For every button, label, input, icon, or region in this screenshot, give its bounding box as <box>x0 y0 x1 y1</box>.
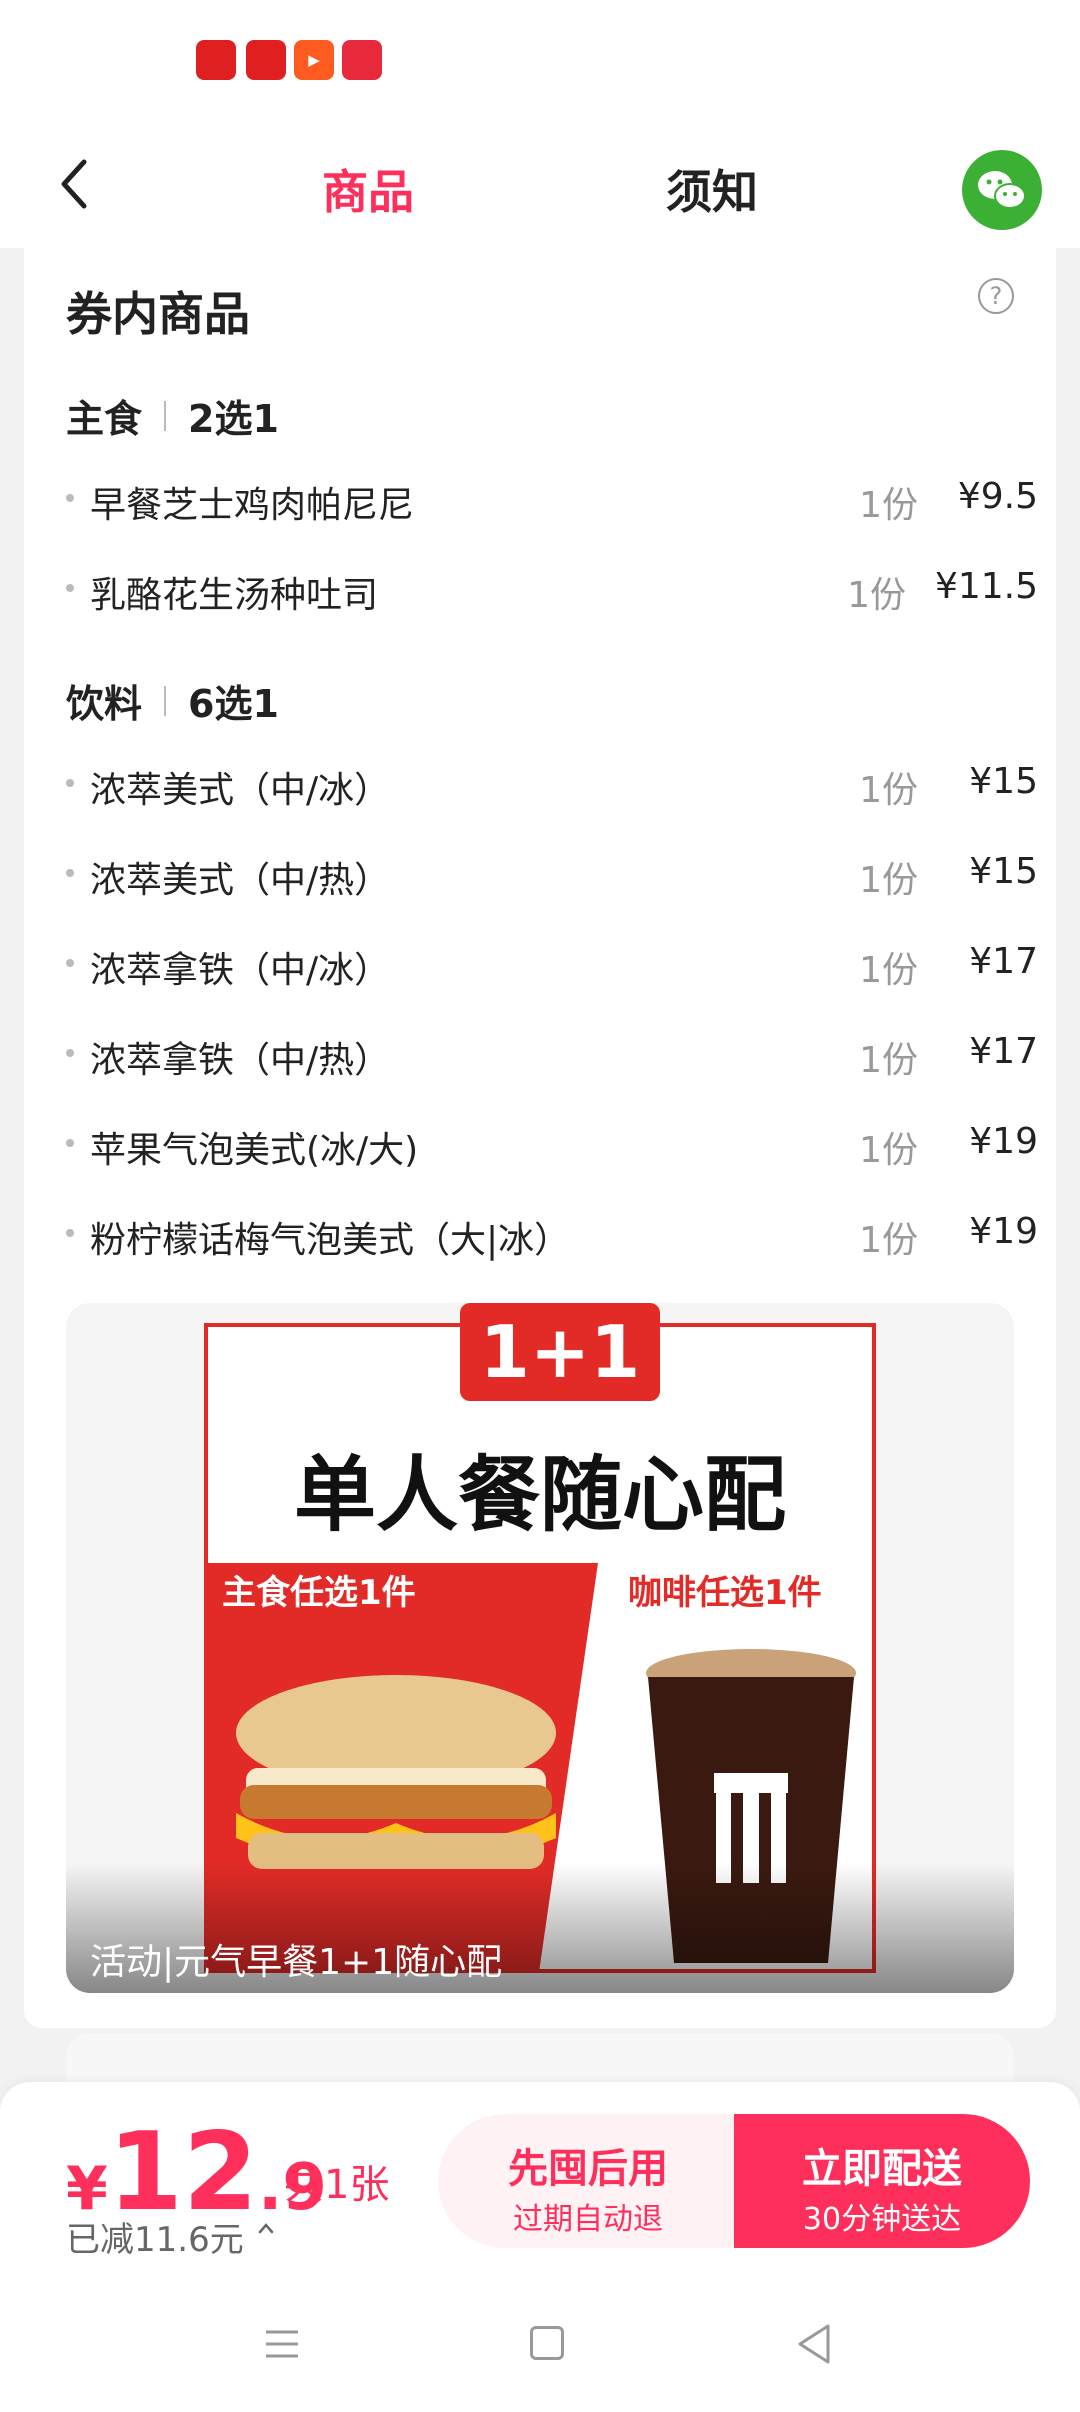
item-price: ¥15 <box>969 851 1038 892</box>
bullet <box>66 779 74 787</box>
button-title: 立即配送 <box>802 2146 962 2192</box>
plus-sign: + <box>566 1743 634 1836</box>
list-item: 浓萃美式（中/冰） 1份 ¥15 <box>66 753 1038 813</box>
group-header-drinks: 饮料 6选1 <box>66 673 279 728</box>
list-item: 乳酪花生汤种吐司 1份 ¥11.5 <box>66 558 1038 618</box>
item-qty: 1份 <box>859 860 918 901</box>
item-qty: 1份 <box>859 770 918 811</box>
voucher-count: 共1张 <box>284 2162 390 2208</box>
item-name: 粉柠檬话梅气泡美式（大|冰） <box>90 1220 571 1261</box>
item-qty: 1份 <box>859 1130 918 1171</box>
list-item: 苹果气泡美式(冰/大) 1份 ¥19 <box>66 1113 1038 1173</box>
notification-shop-icon <box>342 40 382 80</box>
discount-info[interactable]: 已减11.6元 <box>66 2212 244 2261</box>
group-header-main: 主食 2选1 <box>66 388 279 443</box>
group-name: 饮料 <box>66 682 143 726</box>
item-qty: 1份 <box>847 575 906 616</box>
divider <box>164 685 167 716</box>
wechat-icon <box>978 171 1026 209</box>
notification-video-icon: ▶ <box>294 40 334 80</box>
button-subtitle: 30分钟送达 <box>802 2202 962 2237</box>
list-item: 早餐芝士鸡肉帕尼尼 1份 ¥9.5 <box>66 468 1038 528</box>
item-price: ¥17 <box>969 941 1038 982</box>
list-item: 浓萃拿铁（中/冰） 1份 ¥17 <box>66 933 1038 993</box>
bullet <box>66 1229 74 1237</box>
item-name: 浓萃拿铁（中/热） <box>90 1040 391 1081</box>
list-item: 浓萃拿铁（中/热） 1份 ¥17 <box>66 1023 1038 1083</box>
back-button[interactable] <box>48 150 108 218</box>
voucher-items-card: 券内商品 ? 主食 2选1 早餐芝士鸡肉帕尼尼 1份 ¥9.5 乳酪花生汤种吐司… <box>24 248 1056 2113</box>
wechat-share-button[interactable] <box>962 150 1042 230</box>
notification-app-icon <box>196 40 236 80</box>
nav-back-icon[interactable] <box>794 2322 834 2366</box>
section-title: 券内商品 <box>66 287 250 341</box>
list-item: 粉柠檬话梅气泡美式（大|冰） 1份 ¥19 <box>66 1203 1038 1263</box>
bullet <box>66 869 74 877</box>
button-title: 先囤后用 <box>508 2146 668 2192</box>
item-name: 早餐芝士鸡肉帕尼尼 <box>90 485 415 526</box>
home-icon[interactable] <box>530 2326 564 2360</box>
group-name: 主食 <box>66 397 143 441</box>
menu-icon[interactable] <box>262 2324 302 2364</box>
item-name: 乳酪花生汤种吐司 <box>90 575 379 616</box>
promo-badge: 1+1 <box>460 1303 660 1401</box>
back-arrow-icon <box>61 159 87 209</box>
bullet <box>66 494 74 502</box>
system-nav-bar <box>0 2282 1080 2412</box>
item-price: ¥15 <box>969 761 1038 802</box>
item-price: ¥11.5 <box>934 566 1038 607</box>
item-qty: 1份 <box>859 1220 918 1261</box>
divider <box>164 400 167 431</box>
item-price: ¥17 <box>969 1031 1038 1072</box>
sandwich-image <box>236 1675 556 1869</box>
item-name: 浓萃美式（中/冰） <box>90 770 391 811</box>
bullet <box>66 959 74 967</box>
item-price: ¥19 <box>969 1121 1038 1162</box>
group-rule: 6选1 <box>188 682 279 726</box>
top-navigation: 商品 须知 <box>0 120 1080 248</box>
group-rule: 2选1 <box>188 397 279 441</box>
help-icon[interactable]: ? <box>978 278 1014 314</box>
promo-left-label: 主食任选1件 <box>222 1573 416 1613</box>
button-subtitle: 过期自动退 <box>513 2202 663 2237</box>
list-item: 浓萃美式（中/热） 1份 ¥15 <box>66 843 1038 903</box>
promo-right-label: 咖啡任选1件 <box>628 1573 822 1613</box>
promo-caption: 活动|元气早餐1+1随心配 <box>90 1942 503 1983</box>
item-qty: 1份 <box>859 1040 918 1081</box>
bullet <box>66 1139 74 1147</box>
promo-banner[interactable]: 1+1 单人餐随心配 主食任选1件 咖啡任选1件 + 活动|元气早餐1+1随心配 <box>66 1303 1014 1993</box>
bullet <box>66 1049 74 1057</box>
purchase-bar: ¥12.9 共1张 已减11.6元 先囤后用 过期自动退 立即配送 30分钟送达 <box>0 2082 1080 2282</box>
deliver-now-button[interactable]: 立即配送 30分钟送达 <box>734 2114 1030 2248</box>
item-price: ¥9.5 <box>957 476 1038 517</box>
status-bar: ▶ <box>0 0 1080 120</box>
item-name: 苹果气泡美式(冰/大) <box>90 1130 419 1171</box>
bullet <box>66 584 74 592</box>
item-name: 浓萃美式（中/热） <box>90 860 391 901</box>
chevron-up-icon[interactable] <box>258 2220 274 2236</box>
promo-title: 单人餐随心配 <box>293 1448 786 1543</box>
item-qty: 1份 <box>859 950 918 991</box>
item-name: 浓萃拿铁（中/冰） <box>90 950 391 991</box>
item-price: ¥19 <box>969 1211 1038 1252</box>
notification-app-icon <box>246 40 286 80</box>
tab-goods[interactable]: 商品 <box>322 156 414 222</box>
item-qty: 1份 <box>859 485 918 526</box>
buy-and-store-button[interactable]: 先囤后用 过期自动退 <box>438 2114 738 2248</box>
tab-notice[interactable]: 须知 <box>666 156 758 222</box>
